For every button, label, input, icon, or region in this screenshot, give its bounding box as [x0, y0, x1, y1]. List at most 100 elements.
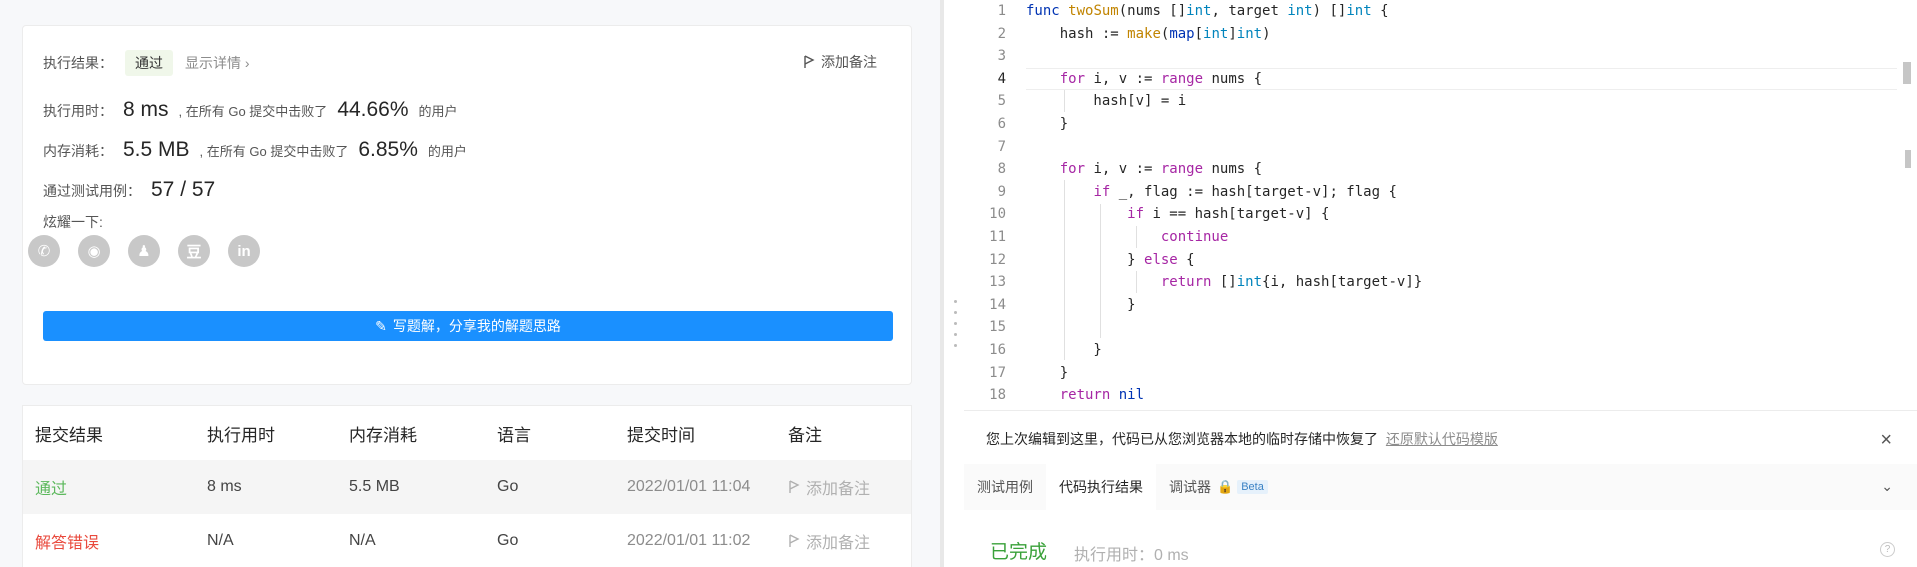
- header-memory: 内存消耗: [349, 425, 417, 445]
- header-submitted: 提交时间: [627, 425, 695, 445]
- write-solution-button[interactable]: ✎ 写题解，分享我的解题思路: [43, 311, 893, 341]
- line-number: 14: [989, 296, 1006, 313]
- code-line: func twoSum(nums []int, target int) []in…: [1026, 3, 1389, 19]
- row-submitted: 2022/01/01 11:04: [627, 478, 751, 495]
- line-number: 18: [989, 387, 1006, 404]
- douban-icon[interactable]: 豆: [178, 235, 210, 267]
- row-language: Go: [497, 532, 519, 549]
- line-number: 3: [997, 48, 1006, 65]
- memory-text: , 在所有 Go 提交中击败了: [199, 144, 349, 159]
- console-panel: 您上次编辑到这里，代码已从您浏览器本地的临时存储中恢复了 还原默认代码模版 × …: [964, 410, 1917, 567]
- submissions-table: 提交结果 执行用时 内存消耗 语言 提交时间 备注 通过 8 ms 5.5 MB…: [22, 405, 912, 567]
- line-gutter: 1 2 3 4 5 6 7 8 9 10 11 12 13 14 15 16 1…: [964, 0, 1024, 410]
- row-status[interactable]: 解答错误: [23, 529, 195, 553]
- row-language: Go: [497, 478, 519, 495]
- line-number: 5: [997, 93, 1006, 110]
- splitter-bar: [940, 0, 944, 567]
- line-number: 11: [989, 229, 1006, 245]
- help-icon[interactable]: ?: [1880, 542, 1895, 557]
- pencil-icon: ✎: [375, 317, 387, 334]
- tests-value: 57 / 57: [151, 178, 216, 201]
- row-runtime: 8 ms: [207, 478, 242, 495]
- pane-splitter[interactable]: [940, 0, 964, 567]
- runtime-percentile: 44.66%: [337, 98, 409, 121]
- code-line: return []int{i, hash[target-v]}: [1160, 274, 1423, 291]
- code-line: }: [1026, 364, 1069, 381]
- linkedin-icon[interactable]: in: [228, 235, 260, 267]
- row-note-label: 添加备注: [806, 481, 871, 498]
- row-note-label: 添加备注: [806, 535, 871, 552]
- line-number: 8: [997, 161, 1006, 178]
- app-root: 执行结果： 通过 显示详情 › 添加备注 执行用时： 8 ms , 在所有 Go…: [0, 0, 1917, 567]
- code-line: }: [1026, 116, 1069, 132]
- drag-handle-icon[interactable]: [954, 300, 958, 355]
- result-card: 执行结果： 通过 显示详情 › 添加备注 执行用时： 8 ms , 在所有 Go…: [22, 25, 912, 385]
- code-line: continue: [1160, 229, 1229, 245]
- code-line: }: [1026, 296, 1136, 313]
- runtime-text: , 在所有 Go 提交中击败了: [178, 104, 328, 119]
- runtime-row: 执行用时： 8 ms , 在所有 Go 提交中击败了 44.66% 的用户: [43, 98, 458, 122]
- row-runtime: N/A: [207, 532, 234, 549]
- flag-icon: [789, 534, 800, 547]
- flag-icon: [804, 55, 815, 68]
- code-line: for i, v := range nums {: [1059, 70, 1263, 87]
- line-number: 13: [989, 274, 1006, 291]
- line-number: 4: [997, 70, 1006, 87]
- qq-icon[interactable]: ♟: [128, 235, 160, 267]
- row-add-note[interactable]: 添加备注: [776, 475, 911, 499]
- table-row[interactable]: 通过 8 ms 5.5 MB Go 2022/01/01 11:04 添加备注: [23, 460, 911, 514]
- restore-template-link[interactable]: 还原默认代码模版: [1386, 431, 1498, 447]
- table-header: 提交结果 执行用时 内存消耗 语言 提交时间 备注: [23, 406, 911, 460]
- memory-value: 5.5 MB: [123, 138, 190, 161]
- add-note-label: 添加备注: [821, 54, 877, 70]
- memory-percentile: 6.85%: [358, 138, 418, 161]
- restore-notice: 您上次编辑到这里，代码已从您浏览器本地的临时存储中恢复了 还原默认代码模版: [986, 429, 1498, 449]
- run-elapsed: 执行用时：0 ms: [1074, 547, 1189, 564]
- wechat-icon[interactable]: ✆: [28, 235, 60, 267]
- write-solution-label: 写题解，分享我的解题思路: [392, 318, 561, 334]
- tab-debugger[interactable]: 调试器 🔒 Beta: [1156, 464, 1281, 510]
- scrollbar-thumb[interactable]: [1905, 150, 1911, 168]
- code-line: } else {: [1026, 251, 1195, 268]
- status-badge: 通过: [125, 50, 173, 76]
- tab-run-result[interactable]: 代码执行结果: [1046, 464, 1156, 510]
- memory-label: 内存消耗：: [43, 143, 113, 159]
- chevron-down-icon[interactable]: ⌄: [1881, 478, 1893, 495]
- console-tabs: 测试用例 代码执行结果 调试器 🔒 Beta ⌄: [964, 464, 1917, 510]
- row-submitted: 2022/01/01 11:02: [627, 532, 751, 549]
- code-line: hash[v] = i: [1026, 93, 1187, 110]
- row-add-note[interactable]: 添加备注: [776, 529, 911, 553]
- weibo-icon[interactable]: ◉: [78, 235, 110, 267]
- code-line: }: [1026, 342, 1102, 358]
- line-number: 17: [989, 364, 1006, 381]
- code-line: hash := make(map[int]int): [1026, 25, 1271, 42]
- row-memory: 5.5 MB: [349, 478, 400, 495]
- code-line: return nil: [1059, 387, 1145, 404]
- line-number: 6: [997, 116, 1006, 132]
- line-number: 7: [997, 138, 1006, 155]
- tests-row: 通过测试用例： 57 / 57: [43, 178, 225, 202]
- add-note-button[interactable]: 添加备注: [803, 52, 877, 72]
- tests-label: 通过测试用例：: [43, 183, 141, 199]
- row-status[interactable]: 通过: [23, 475, 195, 499]
- memory-suffix: 的用户: [427, 144, 467, 159]
- line-number: 12: [989, 251, 1006, 268]
- scrollbar-marker[interactable]: [1903, 62, 1911, 84]
- header-language: 语言: [497, 425, 531, 445]
- notice-text: 您上次编辑到这里，代码已从您浏览器本地的临时存储中恢复了: [986, 431, 1378, 447]
- debugger-label: 调试器: [1169, 479, 1211, 495]
- line-number: 1: [997, 3, 1006, 19]
- flag-icon: [789, 480, 800, 493]
- runtime-suffix: 的用户: [418, 104, 458, 119]
- line-number: 16: [989, 342, 1006, 358]
- beta-badge: Beta: [1237, 480, 1268, 494]
- line-number: 15: [989, 319, 1006, 336]
- code-editor[interactable]: 1 2 3 4 5 6 7 8 9 10 11 12 13 14 15 16 1…: [964, 0, 1917, 410]
- close-icon[interactable]: ×: [1880, 429, 1892, 452]
- left-pane: 执行结果： 通过 显示详情 › 添加备注 执行用时： 8 ms , 在所有 Go…: [0, 0, 940, 567]
- status-row: 执行结果： 通过 显示详情 ›: [43, 50, 250, 76]
- show-details-link[interactable]: 显示详情 ›: [185, 53, 250, 73]
- code-line: for i, v := range nums {: [1059, 161, 1263, 178]
- table-row[interactable]: 解答错误 N/A N/A Go 2022/01/01 11:02 添加备注: [23, 514, 911, 567]
- tab-testcase[interactable]: 测试用例: [964, 464, 1046, 510]
